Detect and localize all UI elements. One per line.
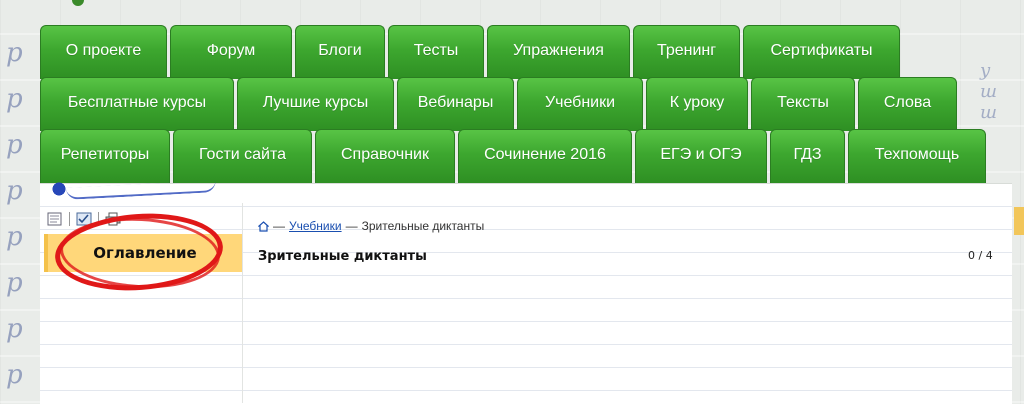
tab-tech-support-label: Техпомощь (874, 146, 960, 163)
page-title: Зрительные диктанты (258, 249, 427, 264)
breadcrumb-current: Зрительные диктанты (361, 219, 485, 233)
handwriting-decoration: рррррррр (6, 38, 23, 390)
nav-row-2: Бесплатные курсы Лучшие курсы Вебинары Учеб… (40, 77, 960, 131)
tab-texts[interactable]: Тексты (751, 77, 855, 131)
tab-essay-2016-label: Сочинение 2016 (484, 146, 606, 163)
tab-essay-2016[interactable]: Сочинение 2016 (458, 129, 632, 183)
tab-texts-label: Тексты (777, 94, 829, 111)
breadcrumb-link-textbooks[interactable]: Учебники (289, 219, 342, 233)
tab-to-lesson[interactable]: К уроку (646, 77, 748, 131)
tab-words[interactable]: Слова (858, 77, 957, 131)
nav-row-3: Репетиторы Гости сайта Справочник Сочинение… (40, 129, 989, 183)
tab-textbooks-label: Учебники (544, 94, 616, 111)
tab-ege-oge[interactable]: ЕГЭ и ОГЭ (635, 129, 767, 183)
tab-gdz[interactable]: ГДЗ (770, 129, 845, 183)
tab-to-lesson-label: К уроку (669, 94, 725, 111)
tab-blogs-label: Блоги (318, 42, 362, 59)
progress-counter: 0 / 4 (968, 249, 993, 262)
tab-about[interactable]: О проекте (40, 25, 167, 79)
tab-blogs[interactable]: Блоги (295, 25, 385, 79)
toolbar-separator (98, 212, 99, 226)
breadcrumb-separator: — (273, 219, 285, 233)
tab-textbooks[interactable]: Учебники (517, 77, 643, 131)
tab-ege-oge-label: ЕГЭ и ОГЭ (660, 146, 742, 163)
tab-gdz-label: ГДЗ (793, 146, 822, 163)
nav-row-1: О проекте Форум Блоги Тесты Упражнения Тренин… (40, 25, 903, 79)
home-icon[interactable] (258, 220, 269, 232)
yellow-edge-decoration (1014, 207, 1024, 235)
tab-free-courses[interactable]: Бесплатные курсы (40, 77, 234, 131)
tab-exercises-label: Упражнения (513, 42, 604, 59)
tab-guests[interactable]: Гости сайта (173, 129, 312, 183)
tab-best-courses-label: Лучшие курсы (262, 94, 369, 111)
tab-tech-support[interactable]: Техпомощь (848, 129, 986, 183)
tab-exercises[interactable]: Упражнения (487, 25, 630, 79)
tab-webinars[interactable]: Вебинары (397, 77, 514, 131)
tab-tests-label: Тесты (413, 42, 459, 59)
tab-certificates-label: Сертификаты (770, 42, 873, 59)
decorative-dot (72, 0, 84, 6)
sidebar-toolbar (47, 212, 121, 226)
sidebar (40, 203, 243, 403)
checklist-icon[interactable] (76, 212, 92, 226)
tab-reference[interactable]: Справочник (315, 129, 455, 183)
breadcrumb-separator: — (345, 219, 358, 233)
tab-tutors[interactable]: Репетиторы (40, 129, 170, 183)
tab-training[interactable]: Тренинг (633, 25, 740, 79)
tab-about-label: О проекте (65, 42, 142, 59)
tab-tutors-label: Репетиторы (60, 146, 150, 163)
tab-best-courses[interactable]: Лучшие курсы (237, 77, 394, 131)
print-icon[interactable] (105, 212, 121, 226)
document-icon[interactable] (47, 212, 63, 226)
tab-webinars-label: Вебинары (417, 94, 494, 111)
tab-guests-label: Гости сайта (198, 146, 287, 163)
toc-button[interactable]: Оглавление (44, 234, 242, 272)
tab-free-courses-label: Бесплатные курсы (67, 94, 207, 111)
toolbar-separator (69, 212, 70, 226)
tab-tests[interactable]: Тесты (388, 25, 484, 79)
tab-words-label: Слова (883, 94, 932, 111)
tab-training-label: Тренинг (656, 42, 717, 59)
tab-forum-label: Форум (206, 42, 256, 59)
tab-forum[interactable]: Форум (170, 25, 292, 79)
breadcrumb: — Учебники — Зрительные диктанты (258, 219, 484, 233)
toc-label: Оглавление (93, 244, 197, 262)
tab-certificates[interactable]: Сертификаты (743, 25, 900, 79)
tab-reference-label: Справочник (341, 146, 429, 163)
